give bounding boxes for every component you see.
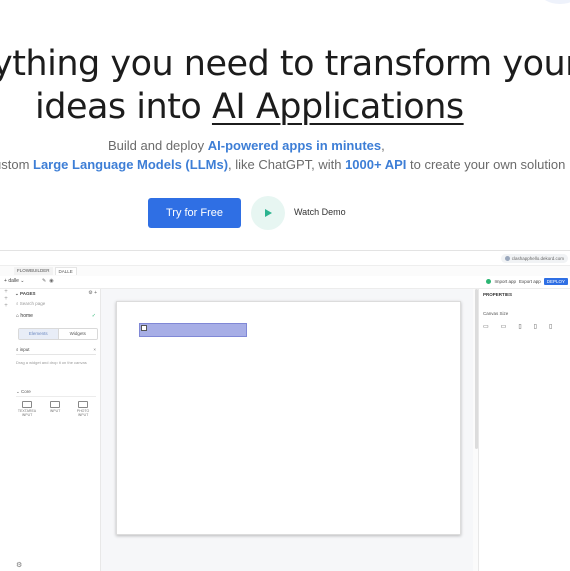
sub2-bold-api: 1000+ API <box>345 157 407 172</box>
sub2-mid: , like ChatGPT, with <box>228 157 346 172</box>
project-name: dalle <box>8 278 19 284</box>
sub1-end: , <box>381 138 385 153</box>
input-icon <box>50 401 60 408</box>
pages-label: PAGES <box>20 291 36 296</box>
selected-widget[interactable] <box>139 323 247 337</box>
device-sizes: ▭ ▭ ▯ ▯ ▯ <box>483 323 552 330</box>
try-for-free-button[interactable]: Try for Free <box>148 198 241 228</box>
url-text: clashapphello.dekord.com <box>511 256 564 261</box>
properties-panel: PROPERTIES Canvas Size ▭ ▭ ▯ ▯ ▯ <box>478 289 570 571</box>
add-icon[interactable]: + <box>0 296 12 303</box>
deploy-button[interactable]: DEPLOY <box>543 278 568 285</box>
drag-hint: Drag a widget and drop it on the canvas <box>16 360 87 365</box>
add-icon[interactable]: + <box>0 303 12 310</box>
widget-photo-input[interactable]: PHOTO INPUT <box>72 399 94 417</box>
widget-textarea-input[interactable]: TEXTAREA INPUT <box>16 399 38 417</box>
mobile-icon[interactable]: ▯ <box>534 323 537 330</box>
sub1-bold: AI-powered apps in minutes <box>207 138 382 153</box>
sidebar: ⌄ PAGES ⚙ + ⌕ Search page ⌂ home ✓ Elemen… <box>12 289 101 571</box>
design-canvas[interactable] <box>116 301 461 535</box>
play-icon <box>265 209 272 217</box>
widget-search-input[interactable]: ⌕ input × <box>16 345 96 355</box>
panel-switch: Elements Widgets <box>18 328 98 340</box>
export-app-button[interactable]: Export app <box>519 279 541 284</box>
sub2-text: ustom <box>0 157 30 172</box>
tab-flowbuilder[interactable]: FLOWBUILDER <box>14 267 53 275</box>
watch-demo-link[interactable]: Watch Demo <box>294 207 346 217</box>
hero-subtitle-line2: ustom Large Language Models (LLMs), like… <box>0 157 565 172</box>
widget-label: INPUT <box>49 409 61 413</box>
page-search-placeholder: Search page <box>19 301 46 306</box>
widget-input[interactable]: INPUT <box>44 399 66 417</box>
page-item-label: home <box>20 313 33 319</box>
decorative-blob <box>540 0 570 4</box>
settings-gear-icon[interactable]: ⚙ <box>16 561 22 569</box>
status-ok-icon <box>486 279 492 284</box>
pages-actions: ⚙ + <box>88 290 97 296</box>
hero-title-highlight: AI Applications <box>211 87 464 127</box>
pages-header: ⌄ PAGES <box>15 291 36 296</box>
url-bar: clashapphello.dekord.com <box>0 251 570 266</box>
properties-title: PROPERTIES <box>483 292 513 297</box>
add-page-icon[interactable]: + <box>94 290 97 296</box>
import-app-button[interactable]: Import app <box>494 279 516 284</box>
photo-icon <box>78 401 88 408</box>
textarea-icon <box>22 401 32 408</box>
canvas-size-label: Canvas Size <box>483 311 509 316</box>
project-selector[interactable]: + dalle ⌄ <box>4 278 24 284</box>
eye-icon[interactable]: ◉ <box>49 278 56 284</box>
hero-title-prefix: ideas into <box>35 87 212 127</box>
desktop-icon[interactable]: ▭ <box>483 323 489 330</box>
toolbar-actions: Import app Export app DEPLOY <box>486 278 568 285</box>
url-pill[interactable]: clashapphello.dekord.com <box>500 254 568 263</box>
play-button[interactable] <box>251 196 285 230</box>
site-icon <box>504 256 510 261</box>
hero-title-line1: ything you need to transform your <box>0 44 570 84</box>
settings-icon[interactable]: ⚙ <box>88 290 92 296</box>
sub1-text: Build and deploy <box>108 138 208 153</box>
tablet-icon[interactable]: ▯ <box>518 323 521 330</box>
tab-widgets[interactable]: Widgets <box>57 329 97 339</box>
check-icon: ✓ <box>91 313 96 319</box>
widget-search-value: input <box>19 347 30 352</box>
sub2-bold-llm: Large Language Models (LLMs) <box>33 157 229 172</box>
laptop-icon[interactable]: ▭ <box>501 323 507 330</box>
tab-elements[interactable]: Elements <box>19 329 58 339</box>
core-label: Core <box>21 389 31 394</box>
hero-title-line2: ideas into AI Applications <box>35 87 464 127</box>
widget-list: TEXTAREA INPUT INPUT PHOTO INPUT <box>16 399 94 417</box>
app-toolbar: + dalle ⌄ ✎◉ Import app Export app DEPLO… <box>0 276 570 289</box>
hero-subtitle-line1: Build and deploy AI-powered apps in minu… <box>108 138 385 153</box>
hero-title: ything you need to transform your ideas … <box>0 44 570 134</box>
small-mobile-icon[interactable]: ▯ <box>549 323 552 330</box>
app-tabs: FLOWBUILDER DALLE <box>14 267 77 275</box>
canvas-area <box>101 289 473 571</box>
page-search[interactable]: ⌕ Search page <box>16 300 96 308</box>
app-screenshot: clashapphello.dekord.com FLOWBUILDER DAL… <box>0 250 570 571</box>
clear-icon[interactable]: × <box>93 345 96 354</box>
add-icon[interactable]: + <box>0 289 12 296</box>
resize-handle[interactable] <box>141 325 147 331</box>
tab-dalle[interactable]: DALLE <box>54 267 77 275</box>
widget-label: TEXTAREA INPUT <box>17 409 37 417</box>
widget-label: PHOTO INPUT <box>76 409 90 417</box>
page-item-home[interactable]: ⌂ home ✓ <box>16 312 96 321</box>
sub2-end: to create your own solution <box>406 157 566 172</box>
core-section[interactable]: ⌄ Core <box>16 387 96 397</box>
toolbar-tools: ✎◉ <box>42 278 57 284</box>
